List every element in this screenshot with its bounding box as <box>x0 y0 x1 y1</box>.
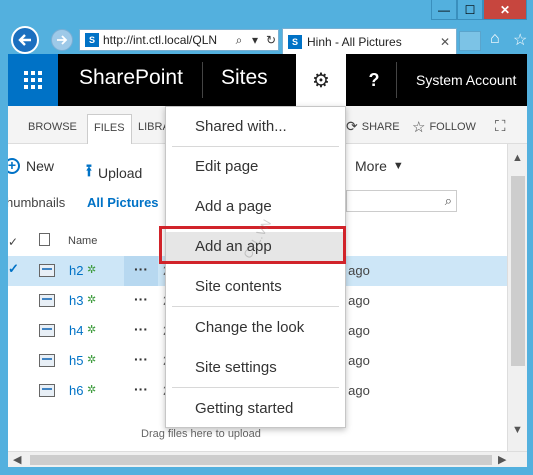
refresh-icon[interactable]: ↻ <box>264 33 278 47</box>
upload-icon: ⭱ <box>86 161 92 180</box>
suite-bar: SharePoint Sites ⚙ ? System Account <box>8 54 527 106</box>
help-button[interactable]: ? <box>354 54 394 106</box>
item-menu-button[interactable]: ··· <box>124 346 158 376</box>
search-icon[interactable]: ⌕ <box>232 33 246 48</box>
item-menu-button[interactable]: ··· <box>124 376 158 406</box>
more-label: More <box>355 158 387 174</box>
file-name[interactable]: h2 <box>69 263 83 278</box>
picture-icon <box>39 264 55 277</box>
forward-button[interactable] <box>51 29 73 51</box>
star-icon: ☆ <box>412 119 426 136</box>
tab-close-icon[interactable]: ✕ <box>440 35 456 49</box>
window-controls: — ☐ ✕ <box>431 0 527 20</box>
app-launcher-button[interactable] <box>8 54 58 106</box>
address-url[interactable]: http://int.ctl.local/QLN <box>103 33 230 47</box>
tab-favicon-icon: S <box>288 34 302 49</box>
browser-window: — ☐ ✕ S http://int.ctl.local/QLN ⌕ ▾ ↻ S… <box>0 0 533 475</box>
picture-icon <box>39 324 55 337</box>
forward-arrow-icon <box>57 35 68 45</box>
settings-menu: Shared with... Edit page Add a page Add … <box>165 106 346 428</box>
item-menu-button[interactable]: ··· <box>124 256 158 286</box>
share-button[interactable]: ⟳ SHARE <box>346 118 400 135</box>
new-command[interactable]: + New <box>8 158 54 174</box>
scroll-down-icon[interactable]: ▼ <box>512 424 523 436</box>
picture-icon <box>39 384 55 397</box>
horizontal-scrollbar[interactable]: ◀ ▶ <box>8 451 527 467</box>
search-input[interactable]: ⌕ <box>346 190 457 212</box>
waffle-icon <box>24 71 42 89</box>
name-column-header[interactable]: Name <box>68 235 97 247</box>
scroll-up-icon[interactable]: ▲ <box>512 152 523 164</box>
more-command[interactable]: More ▼ <box>355 158 404 174</box>
menu-item-add-a-page[interactable]: Add a page <box>166 192 345 222</box>
menu-item-shared-with[interactable]: Shared with... <box>166 112 345 142</box>
file-name[interactable]: h3 <box>69 293 83 308</box>
scroll-thumb[interactable] <box>30 455 492 465</box>
tab-files[interactable]: FILES <box>87 114 132 144</box>
divider <box>202 62 203 98</box>
scroll-right-icon[interactable]: ▶ <box>498 453 506 466</box>
new-tab-button[interactable] <box>459 31 481 51</box>
scroll-left-icon[interactable]: ◀ <box>13 453 21 466</box>
search-icon: ⌕ <box>444 193 452 208</box>
new-item-icon: ✲ <box>87 294 97 306</box>
gear-icon: ⚙ <box>312 69 330 92</box>
vertical-scrollbar[interactable]: ▲ ▼ <box>507 144 527 451</box>
minimize-button[interactable]: — <box>431 0 457 20</box>
menu-item-site-contents[interactable]: Site contents <box>166 272 345 302</box>
menu-item-getting-started[interactable]: Getting started <box>166 394 345 424</box>
close-button[interactable]: ✕ <box>483 0 527 20</box>
new-item-icon: ✲ <box>87 264 97 276</box>
new-item-icon: ✲ <box>87 354 97 366</box>
view-all-pictures[interactable]: All Pictures <box>87 195 159 210</box>
menu-item-change-the-look[interactable]: Change the look <box>166 313 345 343</box>
menu-item-site-settings[interactable]: Site settings <box>166 353 345 383</box>
row-checkmark-icon[interactable]: ✓ <box>8 261 22 281</box>
dropdown-icon[interactable]: ▾ <box>248 33 262 47</box>
sharepoint-brand[interactable]: SharePoint <box>79 66 183 90</box>
drag-upload-hint: Drag files here to upload <box>141 428 261 440</box>
back-arrow-icon <box>18 34 31 46</box>
new-label: New <box>26 158 55 174</box>
picture-icon <box>39 294 55 307</box>
upload-label: Upload <box>97 164 143 181</box>
new-item-icon: ✲ <box>87 324 97 336</box>
tab-title: Hinh - All Pictures <box>307 34 402 49</box>
select-all-checkmark-icon[interactable]: ✓ <box>8 235 18 249</box>
account-name[interactable]: System Account <box>416 72 516 88</box>
upload-command[interactable]: ⭱ Upload <box>86 158 142 187</box>
new-item-icon: ✲ <box>87 384 97 396</box>
plus-icon: + <box>8 158 20 174</box>
menu-divider <box>172 306 339 307</box>
settings-gear-button[interactable]: ⚙ <box>296 54 346 106</box>
item-menu-button[interactable]: ··· <box>124 286 158 316</box>
picture-icon <box>39 354 55 367</box>
sites-link[interactable]: Sites <box>221 66 268 90</box>
tab-browse[interactable]: BROWSE <box>28 121 77 133</box>
file-name[interactable]: h5 <box>69 353 83 368</box>
menu-divider <box>172 146 339 147</box>
chevron-down-icon: ▼ <box>392 160 404 172</box>
home-icon[interactable]: ⌂ <box>490 30 500 48</box>
follow-button[interactable]: ☆ FOLLOW <box>412 118 476 136</box>
share-label: SHARE <box>361 120 400 133</box>
menu-divider <box>172 387 339 388</box>
browser-tab[interactable]: S Hinh - All Pictures ✕ <box>282 28 457 54</box>
focus-on-content-icon[interactable]: ⛶ <box>495 118 506 135</box>
address-bar[interactable]: S http://int.ctl.local/QLN ⌕ ▾ ↻ <box>79 29 279 51</box>
maximize-button[interactable]: ☐ <box>457 0 483 20</box>
menu-item-edit-page[interactable]: Edit page <box>166 152 345 182</box>
share-icon: ⟳ <box>346 118 358 134</box>
scroll-thumb[interactable] <box>511 176 525 366</box>
divider <box>396 62 397 98</box>
sharepoint-favicon-icon: S <box>85 33 99 47</box>
favorites-star-icon[interactable]: ☆ <box>513 30 527 50</box>
file-name[interactable]: h6 <box>69 383 83 398</box>
file-name[interactable]: h4 <box>69 323 83 338</box>
item-menu-button[interactable]: ··· <box>124 316 158 346</box>
document-type-icon <box>39 233 50 246</box>
view-thumbnails[interactable]: humbnails <box>8 195 65 210</box>
back-button[interactable] <box>11 26 39 54</box>
follow-label: FOLLOW <box>429 121 476 133</box>
